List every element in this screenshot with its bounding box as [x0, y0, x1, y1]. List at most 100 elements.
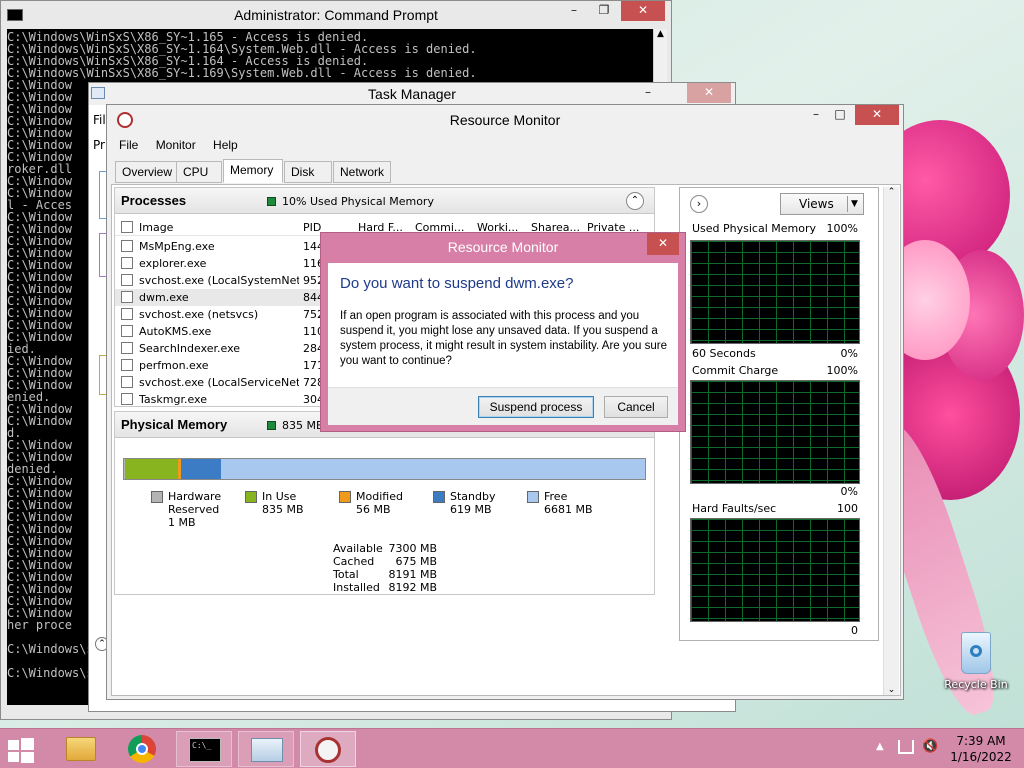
dialog-footer: Suspend process Cancel [328, 387, 678, 425]
resmon-menu-bar: File Monitor Help [119, 138, 252, 152]
legend-swatch [527, 491, 539, 503]
memory-bar-segment [181, 459, 221, 479]
graph-title: Commit Charge [692, 364, 779, 377]
tab-network[interactable]: Network [333, 161, 391, 183]
resmon-minimize-button[interactable]: – [805, 105, 827, 125]
graphs-expand-icon[interactable]: › [690, 195, 708, 213]
memory-legend: Hardware Reserved 1 MB In Use 835 MB Modified… [115, 490, 656, 532]
taskbar-file-explorer[interactable] [52, 731, 108, 767]
process-image: svchost.exe (netsvcs) [139, 308, 259, 321]
row-checkbox[interactable] [121, 342, 133, 354]
task-manager-taskbar-icon [251, 738, 283, 762]
process-image: Taskmgr.exe [139, 393, 207, 406]
total-value: 7300 MB [388, 542, 437, 555]
recycle-bin-label: Recycle Bin [944, 678, 1008, 691]
tab-memory[interactable]: Memory [223, 159, 283, 183]
task-manager-menu-file[interactable]: Fil [93, 113, 106, 127]
cmd-taskbar-icon: C:\_ [189, 738, 221, 762]
legend-value: 619 MB [450, 503, 492, 516]
taskbar-task-manager[interactable] [238, 731, 294, 767]
row-checkbox[interactable] [121, 291, 133, 303]
resmon-scrollbar[interactable]: ⌃ ⌄ [883, 187, 899, 695]
dialog-body: If an open program is associated with th… [340, 310, 668, 367]
tab-cpu[interactable]: CPU [176, 161, 222, 183]
legend-label: In Use [262, 490, 297, 503]
graph-max: 100% [826, 364, 858, 377]
resmon-close-button[interactable]: ✕ [855, 105, 899, 125]
cmd-close-button[interactable]: ✕ [621, 1, 665, 21]
row-checkbox[interactable] [121, 308, 133, 320]
process-image: explorer.exe [139, 257, 207, 270]
suspend-process-button[interactable]: Suspend process [478, 396, 594, 418]
folder-icon [66, 737, 96, 761]
taskbar-chrome[interactable] [114, 731, 170, 767]
taskbar-resource-monitor[interactable] [300, 731, 356, 767]
physical-memory-panel: Physical Memory 835 MB Hardware Reserved 1… [114, 411, 655, 595]
processes-header[interactable]: Processes 10% Used Physical Memory ⌃ [115, 188, 654, 214]
commit-charge-graph [690, 380, 860, 484]
windows-logo-icon [8, 738, 34, 763]
memory-bar-segment [220, 459, 645, 479]
process-image: svchost.exe (LocalServiceNet... [139, 376, 299, 389]
graph-title: Used Physical Memory [692, 222, 817, 235]
hard-faults-graph [690, 518, 860, 622]
resmon-title: Resource Monitor [449, 112, 561, 128]
cancel-button[interactable]: Cancel [604, 396, 668, 418]
row-checkbox[interactable] [121, 257, 133, 269]
start-button[interactable] [8, 738, 36, 763]
graph-max: 100% [826, 222, 858, 235]
legend-swatch [433, 491, 445, 503]
task-manager-minimize-button[interactable]: – [635, 83, 661, 103]
cmd-title: Administrator: Command Prompt [234, 7, 438, 23]
memory-totals: Available 7300 MB Cached 675 MB Total 8191 MB… [333, 542, 493, 594]
row-checkbox[interactable] [121, 359, 133, 371]
legend-label: Free [544, 490, 568, 503]
tab-disk[interactable]: Disk [284, 161, 332, 183]
resmon-maximize-button[interactable]: □ [829, 105, 851, 125]
legend-value: 1 MB [168, 516, 196, 529]
volume-muted-icon[interactable]: 🔇 [922, 739, 938, 754]
cmd-line: C:\Windows\WinSxS\X86_SY~1.169\System.We… [7, 66, 477, 80]
show-hidden-icons-icon[interactable]: ▲ [876, 741, 884, 752]
row-checkbox[interactable] [121, 393, 133, 405]
task-manager-close-button[interactable]: ✕ [687, 83, 731, 103]
row-checkbox[interactable] [121, 376, 133, 388]
cmd-maximize-button[interactable]: ❐ [591, 1, 617, 21]
total-value: 8191 MB [388, 568, 437, 581]
menu-monitor[interactable]: Monitor [156, 138, 196, 152]
row-checkbox[interactable] [121, 325, 133, 337]
physical-memory-title: Physical Memory [121, 417, 228, 432]
task-manager-tab-processes[interactable]: Pr [93, 138, 105, 152]
process-image: SearchIndexer.exe [139, 342, 241, 355]
graph-footer-right: 0 [851, 624, 858, 637]
legend-swatch [245, 491, 257, 503]
graph-title: Hard Faults/sec [692, 502, 777, 515]
tab-overview[interactable]: Overview [115, 161, 177, 183]
taskbar-command-prompt[interactable]: C:\_ [176, 731, 232, 767]
dialog-close-button[interactable]: ✕ [647, 233, 679, 255]
suspend-dialog[interactable]: Resource Monitor ✕ Do you want to suspen… [320, 232, 686, 432]
memory-total-row: Cached 675 MB [333, 555, 437, 568]
network-icon[interactable] [898, 740, 914, 754]
cmd-minimize-button[interactable]: – [561, 1, 587, 21]
select-all-checkbox[interactable] [121, 221, 133, 233]
views-dropdown[interactable]: Views ▼ [780, 193, 864, 215]
menu-help[interactable]: Help [213, 138, 238, 152]
processes-collapse-icon[interactable]: ⌃ [626, 192, 644, 210]
processes-usage-indicator [267, 197, 276, 206]
recycle-bin[interactable]: Recycle Bin [940, 632, 1012, 702]
legend-value: 56 MB [356, 503, 391, 516]
physical-memory-badge: 835 MB [282, 419, 324, 432]
process-image: svchost.exe (LocalSystemNet... [139, 274, 299, 287]
views-label: Views [799, 197, 834, 211]
col-image[interactable]: Image [139, 221, 173, 234]
row-checkbox[interactable] [121, 240, 133, 252]
resmon-titlebar[interactable]: Resource Monitor [107, 105, 903, 135]
process-image: perfmon.exe [139, 359, 209, 372]
clock[interactable]: 7:39 AM 1/16/2022 [946, 733, 1016, 765]
col-pid[interactable]: PID [303, 221, 321, 234]
dialog-heading: Do you want to suspend dwm.exe? [340, 275, 574, 292]
row-checkbox[interactable] [121, 274, 133, 286]
menu-file[interactable]: File [119, 138, 138, 152]
process-image: MsMpEng.exe [139, 240, 215, 253]
